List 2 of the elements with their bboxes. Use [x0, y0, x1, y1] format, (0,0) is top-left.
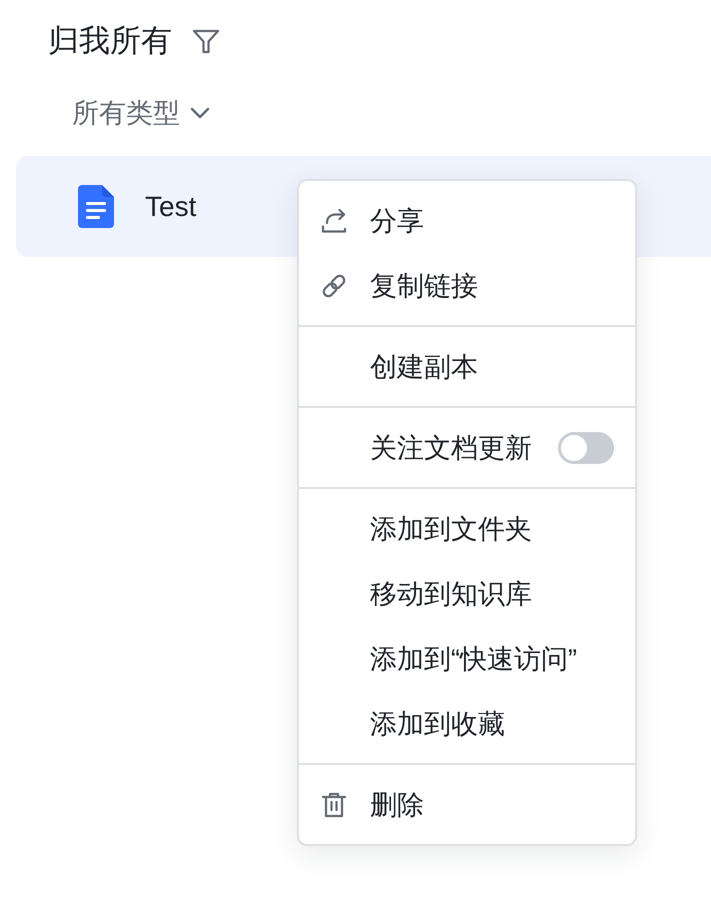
section-title: 归我所有 [48, 22, 172, 60]
file-name: Test [145, 190, 196, 222]
